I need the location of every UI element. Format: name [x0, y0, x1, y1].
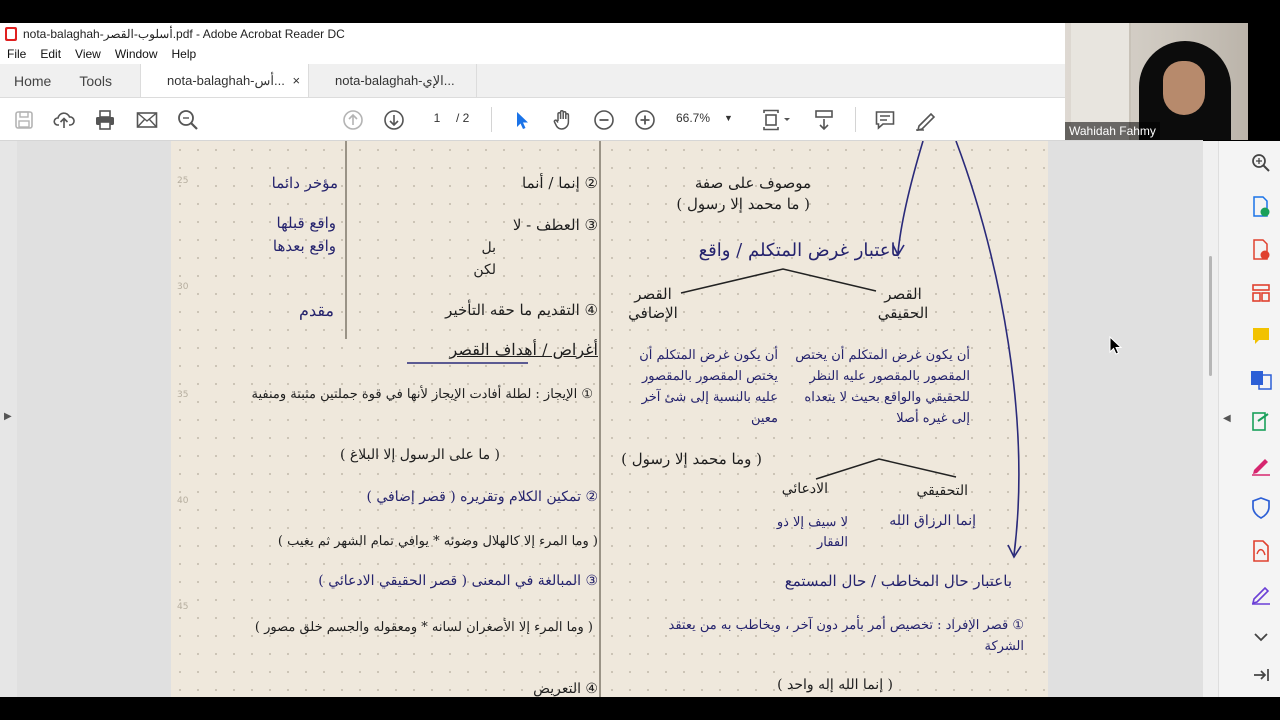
create-pdf-icon[interactable]	[1249, 238, 1273, 262]
email-icon[interactable]	[135, 98, 159, 141]
diagram-lines	[407, 141, 1022, 559]
page-number-input[interactable]: 1	[424, 111, 450, 125]
left-panel-toggle[interactable]: ▶	[0, 141, 17, 697]
menu-view[interactable]: View	[68, 47, 108, 61]
fit-page-icon[interactable]	[760, 98, 792, 141]
zoom-dropdown[interactable]: 66.7% ▼	[676, 111, 733, 125]
right-tools-panel: ◀	[1218, 141, 1280, 697]
expand-left-icon[interactable]: ▶	[4, 411, 12, 422]
zoom-out-icon[interactable]	[592, 98, 616, 141]
tab-document-label: nota-balaghah-أس...	[167, 72, 285, 88]
tab-bar-spacer	[476, 64, 1065, 97]
organize-pages-icon[interactable]	[1249, 281, 1273, 305]
protect-icon[interactable]	[1249, 496, 1273, 520]
export-pdf-icon[interactable]	[1249, 195, 1273, 219]
tab-home[interactable]: Home	[0, 64, 65, 97]
screen: nota-balaghah-أسلوب-القصر.pdf - Adobe Ac…	[0, 0, 1280, 720]
scrollbar-thumb[interactable]	[1209, 256, 1212, 376]
prev-page-icon[interactable]	[341, 98, 365, 141]
page-total: / 2	[456, 111, 470, 125]
comment-tool-icon[interactable]	[1249, 324, 1273, 348]
upload-icon[interactable]	[52, 98, 76, 141]
save-icon[interactable]	[12, 98, 36, 141]
collapse-panel-icon[interactable]: ◀	[1223, 413, 1231, 424]
menu-window[interactable]: Window	[108, 47, 165, 61]
pdf-page[interactable]: 25 30 35 40 45 موصوف على صفة ( ما محمد إ…	[171, 141, 1048, 697]
toolbar-divider	[491, 107, 492, 132]
request-signature-icon[interactable]	[1249, 582, 1273, 606]
sign-icon[interactable]	[914, 98, 938, 141]
mouse-cursor-icon	[1109, 336, 1123, 355]
pdf-tool-icon[interactable]	[1249, 539, 1273, 563]
close-tab-icon[interactable]: ×	[286, 73, 300, 88]
tab-tools[interactable]: Tools	[65, 64, 140, 97]
more-tools-chevron-icon[interactable]	[1249, 625, 1273, 649]
participant-name: Wahidah Fahmy	[1065, 122, 1160, 140]
participant-face	[1163, 61, 1205, 115]
next-page-icon[interactable]	[382, 98, 406, 141]
title-bar: nota-balaghah-أسلوب-القصر.pdf - Adobe Ac…	[0, 23, 1065, 44]
zoom-value: 66.7%	[676, 111, 711, 125]
scroll-mode-icon[interactable]	[812, 98, 836, 141]
menu-edit[interactable]: Edit	[33, 47, 68, 61]
menu-file[interactable]: File	[0, 47, 33, 61]
webcam-video: Wahidah Fahmy	[1065, 23, 1248, 140]
menu-help[interactable]: Help	[165, 47, 204, 61]
tab-document-active[interactable]: nota-balaghah-أس... ×	[140, 64, 309, 97]
collapse-sidebar-icon[interactable]	[1249, 663, 1273, 687]
search-icon[interactable]	[176, 98, 200, 141]
tab-document-label: nota-balaghah-الإي...	[335, 72, 455, 88]
comment-icon[interactable]	[873, 98, 897, 141]
tab-document-2[interactable]: nota-balaghah-الإي...	[308, 64, 476, 97]
zoom-search-icon[interactable]	[1249, 151, 1273, 175]
edit-pdf-icon[interactable]	[1249, 410, 1273, 434]
fill-sign-icon[interactable]	[1249, 453, 1273, 477]
menu-bar: File Edit View Window Help	[0, 44, 1065, 64]
vertical-scrollbar[interactable]	[1203, 141, 1218, 697]
pdf-file-icon	[5, 26, 17, 41]
toolbar-divider	[855, 107, 856, 132]
tab-bar: Home Tools nota-balaghah-أس... × nota-ba…	[0, 64, 1065, 98]
print-icon[interactable]	[93, 98, 117, 141]
select-icon[interactable]	[510, 98, 534, 141]
hand-icon[interactable]	[551, 98, 575, 141]
combine-files-icon[interactable]	[1249, 367, 1273, 391]
toolbar: 1 / 2 66.7% ▼	[0, 98, 1203, 141]
zoom-in-icon[interactable]	[633, 98, 657, 141]
page-indicator: 1 / 2	[424, 111, 470, 125]
window-title: nota-balaghah-أسلوب-القصر.pdf - Adobe Ac…	[23, 26, 345, 41]
chevron-down-icon: ▼	[724, 113, 733, 123]
